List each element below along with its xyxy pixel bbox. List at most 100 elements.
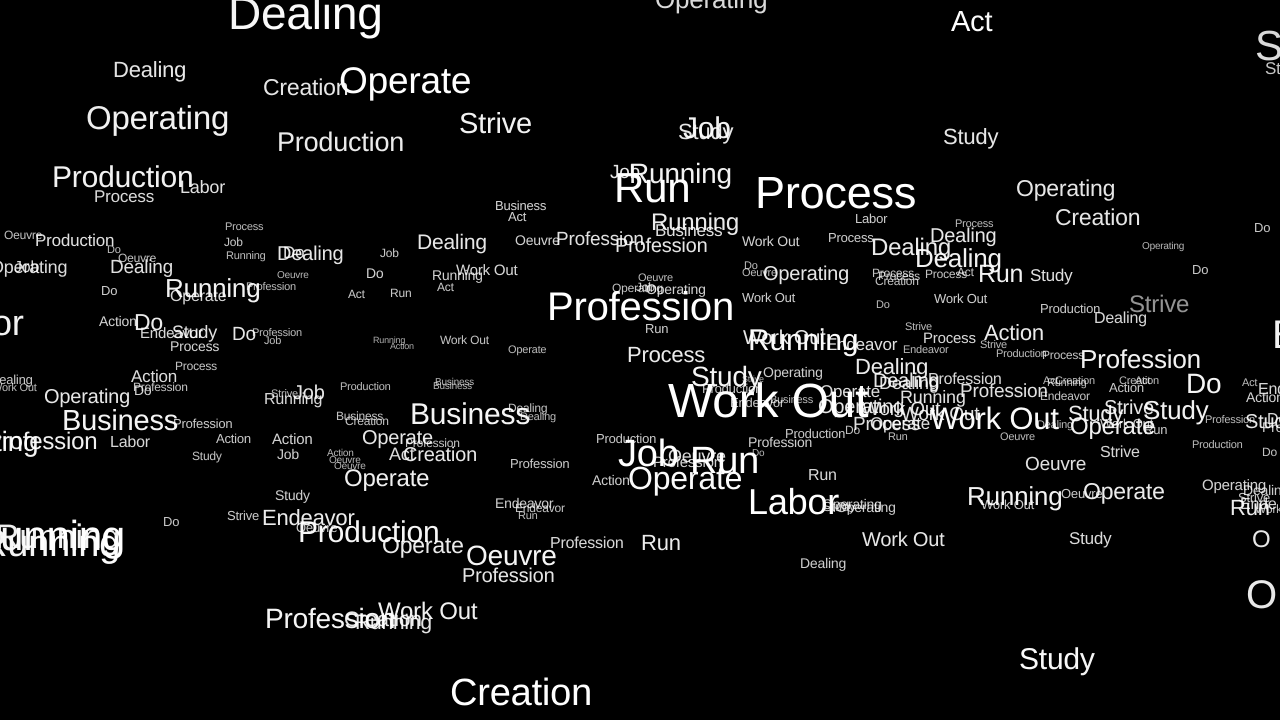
cloud-word: Profession	[246, 281, 296, 293]
cloud-word: Study	[275, 487, 310, 503]
cloud-word: Oeuvre	[1000, 431, 1035, 443]
cloud-word: Endeavor	[1040, 389, 1090, 403]
cloud-word: Dealing	[1037, 419, 1073, 431]
cloud-word: Oeuvre	[277, 270, 309, 281]
cloud-word: Operating	[44, 386, 131, 408]
cloud-word: Creation	[403, 444, 477, 466]
cloud-word: Process	[94, 187, 155, 206]
cloud-word: Production	[702, 381, 763, 396]
cloud-word: Operating	[1016, 175, 1116, 201]
cloud-word: Creation	[345, 414, 389, 428]
cloud-word: Dealing	[1094, 310, 1147, 327]
cloud-word: Running	[1047, 377, 1087, 389]
cloud-word: Work Out	[742, 290, 796, 305]
cloud-word: Do	[876, 299, 890, 311]
cloud-word: Dealing	[417, 231, 487, 254]
cloud-word: Act	[951, 6, 993, 38]
cloud-word: Action	[390, 341, 414, 351]
cloud-word: Labor	[180, 177, 226, 197]
cloud-word: Study	[943, 124, 999, 149]
cloud-word: Running	[0, 518, 121, 556]
cloud-word: Oeuvre	[334, 461, 366, 472]
cloud-word: Work Out	[981, 497, 1035, 512]
cloud-word: Work Out	[742, 233, 800, 249]
cloud-word: Production	[35, 231, 115, 250]
cloud-word: Production	[277, 127, 405, 157]
cloud-word: Work Out	[456, 262, 518, 279]
cloud-word: Do	[1186, 368, 1222, 399]
cloud-word: Profession	[547, 285, 734, 329]
cloud-word: Do	[163, 514, 180, 529]
cloud-word: Strive	[459, 108, 532, 140]
cloud-word: Process	[175, 359, 217, 373]
cloud-word: Action	[99, 313, 137, 329]
cloud-word: Study	[678, 119, 734, 144]
cloud-word: Action	[272, 431, 313, 448]
cloud-word: Run	[978, 260, 1024, 288]
cloud-word: Profession	[960, 381, 1048, 402]
cloud-word: Dealing	[800, 555, 847, 571]
cloud-word: Oeuvre	[1025, 454, 1087, 475]
cloud-word: Do	[1192, 262, 1209, 277]
cloud-word: Process	[225, 221, 264, 233]
cloud-word: O	[1246, 573, 1277, 617]
cloud-word: Strive	[227, 508, 260, 523]
cloud-word: Business	[433, 381, 472, 392]
cloud-word: Production	[1040, 301, 1101, 316]
cloud-word: Do	[101, 283, 118, 298]
cloud-word: Act	[508, 209, 527, 224]
cloud-word: Creation	[1055, 204, 1141, 230]
cloud-word: Profession	[462, 565, 555, 587]
cloud-word: Profession	[1080, 344, 1201, 374]
cloud-word: Process	[1042, 348, 1084, 362]
cloud-word: Action	[216, 431, 251, 446]
cloud-word: Production	[785, 426, 846, 441]
cloud-word: Job	[224, 235, 243, 249]
cloud-word: Dealing	[879, 373, 939, 393]
cloud-word: Strive	[1100, 444, 1140, 461]
cloud-word: Operate	[170, 288, 227, 305]
cloud-word: Process	[170, 338, 220, 354]
cloud-word: Act	[957, 265, 974, 279]
cloud-word: Process	[878, 269, 920, 283]
cloud-word: Dealing	[110, 257, 174, 278]
cloud-word: Act	[437, 280, 454, 294]
cloud-word: Work Out	[1255, 502, 1280, 516]
cloud-word: Job	[380, 246, 399, 260]
cloud-word: or	[0, 302, 24, 343]
cloud-word: Endeavor	[730, 395, 785, 410]
cloud-word: Profession	[510, 456, 570, 471]
cloud-word: Do	[1262, 445, 1277, 459]
cloud-word: Study	[1069, 529, 1112, 548]
cloud-word: Run	[645, 321, 669, 336]
cloud-word: Operate	[382, 532, 464, 558]
cloud-word: Do	[366, 265, 384, 281]
cloud-word: Job	[277, 446, 299, 462]
cloud-word: Operating	[1142, 241, 1185, 252]
cloud-word: Running	[226, 250, 266, 262]
cloud-word: Do	[752, 448, 765, 459]
cloud-word: Operating	[763, 263, 850, 285]
cloud-word: Production	[340, 381, 391, 393]
cloud-word: Process	[828, 230, 874, 245]
cloud-word: Work Out	[934, 291, 988, 306]
cloud-word: Oeuvre	[296, 520, 338, 535]
cloud-word: Run	[518, 510, 538, 522]
cloud-word: Do	[107, 244, 121, 256]
cloud-word: Run	[390, 286, 412, 300]
cloud-word: Work Out	[440, 333, 489, 347]
cloud-word: Work Out	[0, 382, 37, 394]
cloud-word: Job	[264, 335, 282, 347]
cloud-word: Operate	[870, 414, 931, 433]
cloud-word: Endeavor	[826, 335, 898, 354]
cloud-word: Run	[808, 467, 837, 484]
cloud-word: E	[1272, 315, 1280, 355]
cloud-word: Operating	[655, 0, 768, 12]
cloud-word: Profession	[550, 535, 624, 552]
cloud-word: Operating	[86, 99, 230, 136]
cloud-word: Operate	[508, 344, 547, 356]
cloud-word: Act	[348, 287, 365, 301]
cloud-word: Labor	[855, 211, 888, 226]
cloud-word: Process	[955, 218, 994, 230]
cloud-word: Profession	[0, 428, 98, 455]
